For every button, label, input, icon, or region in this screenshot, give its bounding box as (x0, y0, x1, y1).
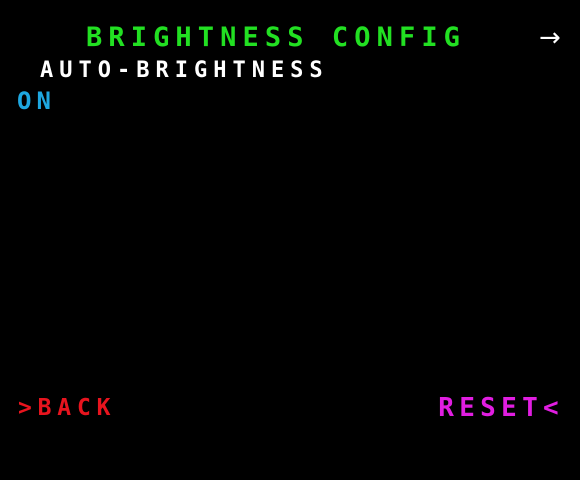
brightness-config-screen: BRIGHTNESS CONFIG → AUTO-BRIGHTNESS ON >… (0, 0, 580, 480)
reset-button[interactable]: RESET< (438, 393, 564, 423)
setting-value-toggle[interactable]: ON (17, 87, 56, 115)
setting-label: AUTO-BRIGHTNESS (40, 58, 329, 83)
back-button[interactable]: >BACK (18, 394, 116, 422)
page-title: BRIGHTNESS CONFIG (86, 22, 467, 53)
right-arrow-icon[interactable]: → (539, 22, 561, 54)
